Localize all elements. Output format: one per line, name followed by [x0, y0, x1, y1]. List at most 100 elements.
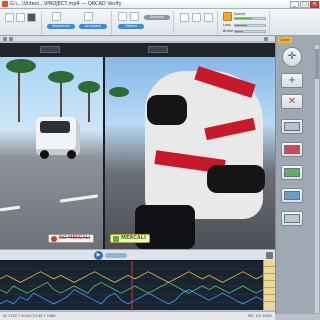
- swatch-button-3[interactable]: [281, 165, 303, 180]
- view-forward-icon[interactable]: [9, 37, 13, 41]
- back-protector: [207, 165, 265, 193]
- scrollbar-thumb[interactable]: [315, 49, 319, 79]
- delete-button[interactable]: ✕: [281, 94, 303, 109]
- gauge-label-brake: Brake: [223, 29, 234, 33]
- app-logo-icon: [2, 1, 8, 7]
- motorcycle-rider: [135, 65, 275, 249]
- timeline-options-icon[interactable]: [266, 252, 273, 259]
- signal-graph[interactable]: [0, 260, 264, 311]
- swatch-button-5[interactable]: [281, 211, 303, 226]
- speed-gauge-fill: [235, 18, 252, 19]
- select-tool-icon[interactable]: [52, 12, 61, 21]
- signal-graph-svg: [0, 261, 264, 311]
- ribbon-group-metrics: Speed Lean Brake: [220, 11, 270, 34]
- color-swatch: [284, 145, 300, 154]
- road-marking: [0, 205, 21, 212]
- video-viewer[interactable]: NO MERCALI MERCALI: [0, 43, 275, 249]
- speed-gauge: [234, 17, 266, 20]
- car-wheel: [67, 150, 76, 159]
- ribbon-group-detect: Analyze Detect: [114, 11, 174, 34]
- zoom-icon[interactable]: [130, 12, 139, 21]
- detect-pill-button[interactable]: Detect: [118, 24, 144, 29]
- export-icon[interactable]: [27, 13, 36, 22]
- palm-tree-trunk: [18, 67, 20, 122]
- white-car: [36, 117, 80, 159]
- legend-row: [264, 274, 275, 281]
- highlight-tool-icon[interactable]: [223, 12, 232, 21]
- save-file-icon[interactable]: [16, 13, 25, 22]
- accept-check-icon: [113, 236, 119, 242]
- reject-badge[interactable]: NO MERCALI: [48, 234, 95, 243]
- brake-gauge: [234, 30, 266, 33]
- grid-view-icon[interactable]: [180, 13, 189, 22]
- status-left: ID 1234 T 00:01:23.45 F 2480: [3, 314, 56, 318]
- delete-icon: ✕: [287, 95, 297, 107]
- crosshair-icon: +: [287, 74, 297, 86]
- view-settings-icon[interactable]: [264, 37, 268, 41]
- palm-tree-fronds: [109, 87, 129, 97]
- ribbon-group-mode: Segmenta Annotate: [44, 11, 112, 34]
- color-swatch: [284, 122, 300, 131]
- accept-badge[interactable]: MERCALI: [110, 234, 150, 243]
- sidebar-tab-layer[interactable]: Layer: [278, 37, 292, 43]
- overlay-selector-left[interactable]: [40, 46, 60, 53]
- swatch-button-1[interactable]: [281, 119, 303, 134]
- navigate-button[interactable]: ✛: [282, 47, 302, 67]
- palm-tree-fronds: [6, 59, 36, 73]
- legend-row: [264, 267, 275, 274]
- window-title: G:\...\Video\...\PROJECT.mp4 — QRCAD Ver…: [10, 1, 122, 7]
- ribbon-group-view: [176, 11, 218, 34]
- draw-tool-icon[interactable]: [84, 12, 93, 21]
- layers-icon[interactable]: [204, 13, 213, 22]
- title-bar: G:\...\Video\...\PROJECT.mp4 — QRCAD Ver…: [0, 0, 320, 9]
- close-button[interactable]: ×: [310, 1, 319, 8]
- window-controls: _ □ ×: [290, 1, 319, 8]
- maximize-button[interactable]: □: [300, 1, 309, 8]
- minimize-button[interactable]: _: [290, 1, 299, 8]
- navigate-icon: ✛: [287, 51, 297, 62]
- signal-series-line: [0, 289, 264, 305]
- playback-speed-pill[interactable]: [105, 253, 127, 258]
- ribbon-toolbar: Segmenta Annotate Analyze Detect Speed L…: [0, 9, 320, 36]
- crosshair-button[interactable]: +: [281, 73, 303, 88]
- play-button[interactable]: ▶: [94, 251, 103, 260]
- right-camera-view[interactable]: [105, 57, 275, 249]
- car-wheel: [40, 150, 49, 159]
- view-back-icon[interactable]: [3, 37, 7, 41]
- sidebar-scrollbar[interactable]: [315, 45, 319, 313]
- palm-tree-fronds: [48, 71, 74, 83]
- segment-pill-button[interactable]: Segmenta: [47, 24, 75, 29]
- camera-icon[interactable]: [118, 12, 127, 21]
- swatch-button-2[interactable]: [281, 142, 303, 157]
- lean-gauge: [234, 24, 266, 27]
- color-swatch: [284, 214, 300, 223]
- split-view-icon[interactable]: [192, 13, 201, 22]
- palm-tree-fronds: [78, 81, 100, 93]
- signal-series-line: [0, 271, 264, 283]
- legend-row: [264, 281, 275, 288]
- car-window: [40, 121, 70, 133]
- swatch-button-4[interactable]: [281, 188, 303, 203]
- reject-icon: [51, 236, 57, 242]
- view-toolbar: [0, 36, 275, 42]
- left-camera-view[interactable]: [0, 57, 103, 249]
- accept-label: MERCALI: [121, 235, 146, 241]
- viewer-overlay-strip: [0, 43, 275, 57]
- analyze-pill-button[interactable]: Analyze: [144, 15, 170, 20]
- status-bar: ID 1234 T 00:01:23.45 F 2480 SEL 1/4 100…: [0, 311, 275, 320]
- annotate-pill-button[interactable]: Annotate: [79, 24, 107, 29]
- right-sidebar: Layer ✛ + ✕: [275, 36, 320, 314]
- ribbon-group-file: [2, 11, 42, 34]
- overlay-selector-right[interactable]: [148, 46, 168, 53]
- playback-bar: ▶: [0, 249, 275, 260]
- gauge-label-lean: Lean: [223, 23, 232, 27]
- brake-gauge-fill: [235, 31, 243, 32]
- lean-gauge-fill: [235, 25, 247, 26]
- legend-row: [264, 295, 275, 302]
- shoulder-pad: [147, 95, 187, 125]
- legend-row: [264, 288, 275, 295]
- color-swatch: [284, 191, 300, 200]
- signal-series-line: [0, 281, 264, 294]
- palm-tree-trunk: [60, 77, 62, 122]
- open-file-icon[interactable]: [5, 13, 14, 22]
